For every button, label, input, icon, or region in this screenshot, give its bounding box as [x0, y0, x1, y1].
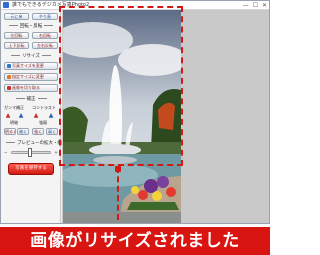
resize-photo-button[interactable]: 写真サイズを変更 [4, 62, 58, 70]
gamma-label: ガンマ補正 [4, 105, 24, 110]
zoom-in-icon[interactable]: ＋ [54, 150, 58, 155]
strength-label: 強弱 [39, 120, 47, 125]
window-controls: — ☐ ✕ [243, 1, 267, 10]
app-icon [3, 2, 9, 8]
weaker-button[interactable]: 弱く [46, 128, 58, 135]
darker-button[interactable]: 暗く [17, 128, 29, 135]
pointer-line [117, 167, 119, 220]
resized-banner: 画像がリサイズされました [0, 227, 270, 255]
crop-button[interactable]: 画像を切り取る [4, 84, 58, 92]
up-arrow-icon[interactable]: ▲ [17, 112, 25, 119]
resize-highlight-frame [59, 6, 183, 166]
up-arrow-icon[interactable]: ▲ [32, 112, 40, 119]
zoom-slider-thumb[interactable] [28, 148, 32, 157]
tool-panel: 元に戻 やり直 回転・反転 左回転 右回転 上下反転 左右反転 リサイズ 写真サ… [1, 10, 67, 223]
zoom-section-label: プレビューの拡大・縮小 [4, 141, 67, 147]
maximize-icon[interactable]: ☐ [253, 1, 258, 10]
app-window: 誰でもできるデジカメ写真Photo2 — ☐ ✕ 元に戻 やり直 回転・反転 左… [0, 0, 270, 224]
correction-section-label: 補正 [4, 97, 58, 103]
close-icon[interactable]: ✕ [262, 1, 267, 10]
up-arrow-icon[interactable]: ▲ [47, 112, 55, 119]
resize-to-size-button[interactable]: 指定サイズに変更 [4, 73, 58, 81]
rotate-section-label: 回転・反転 [4, 24, 58, 30]
undo-button[interactable]: 元に戻 [4, 13, 29, 20]
brightness-label: 明暗 [10, 120, 18, 125]
minimize-icon[interactable]: — [243, 1, 249, 10]
rotate-right-button[interactable]: 右回転 [32, 32, 58, 39]
flip-vertical-button[interactable]: 上下反転 [4, 42, 29, 49]
up-arrow-icon[interactable]: ▲ [4, 112, 12, 119]
rotate-left-button[interactable]: 左回転 [4, 32, 29, 39]
flip-horizontal-button[interactable]: 左右反転 [32, 42, 58, 49]
resize-section-label: リサイズ [4, 54, 58, 60]
stronger-button[interactable]: 強く [32, 128, 44, 135]
zoom-out-icon[interactable]: − [4, 150, 7, 155]
contrast-label: コントラスト [32, 105, 56, 110]
brighter-button[interactable]: 明るく [4, 128, 16, 135]
save-photo-button[interactable]: 写真を保存する [8, 163, 54, 175]
redo-button[interactable]: やり直 [32, 13, 58, 20]
